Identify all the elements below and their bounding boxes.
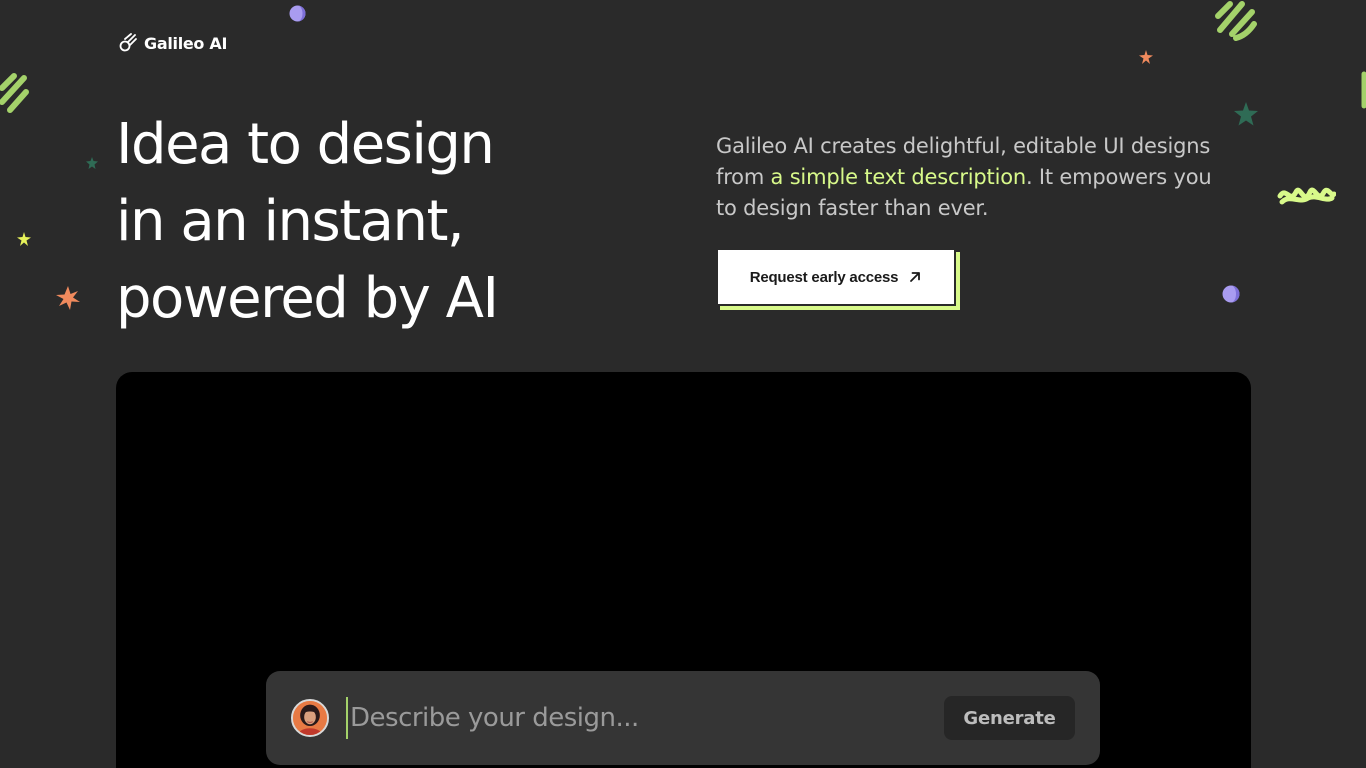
request-early-access-button[interactable]: Request early access [716, 248, 956, 306]
headline-line-1: Idea to design [116, 112, 495, 177]
green-squiggle-icon [1361, 71, 1366, 109]
purple-moon-icon [1222, 285, 1240, 303]
orange-star-icon [56, 286, 80, 310]
brand-name: Galileo AI [144, 33, 228, 53]
headline-line-3: powered by AI [116, 266, 499, 331]
purple-moon-icon [289, 5, 306, 22]
hero-description: Galileo AI creates delightful, editable … [716, 131, 1236, 224]
user-avatar [291, 699, 329, 737]
green-squiggle-icon [1215, 1, 1257, 41]
cta-label: Request early access [749, 268, 899, 286]
green-squiggle-icon [0, 73, 29, 113]
avatar-portrait-icon [293, 701, 327, 735]
green-scribble-icon [1277, 187, 1336, 205]
prompt-bar: Generate [266, 671, 1100, 765]
hero-headline: Idea to design in an instant, powered by… [116, 106, 676, 337]
green-star-icon [86, 157, 98, 169]
landing-page: Galileo AI Idea to design in an instant,… [0, 0, 1366, 768]
green-star-icon [1234, 102, 1258, 126]
design-prompt-input[interactable] [346, 697, 930, 739]
generate-button[interactable]: Generate [944, 696, 1075, 740]
orange-star-icon [1139, 50, 1153, 64]
description-highlight: a simple text description [770, 165, 1027, 189]
headline-line-2: in an instant, [116, 189, 465, 254]
brand-logo[interactable]: Galileo AI [118, 32, 227, 54]
galileo-logo-icon [119, 33, 137, 52]
cta-container: Request early access [716, 248, 960, 310]
yellow-star-icon [17, 232, 31, 246]
arrow-up-right-icon [910, 272, 921, 282]
